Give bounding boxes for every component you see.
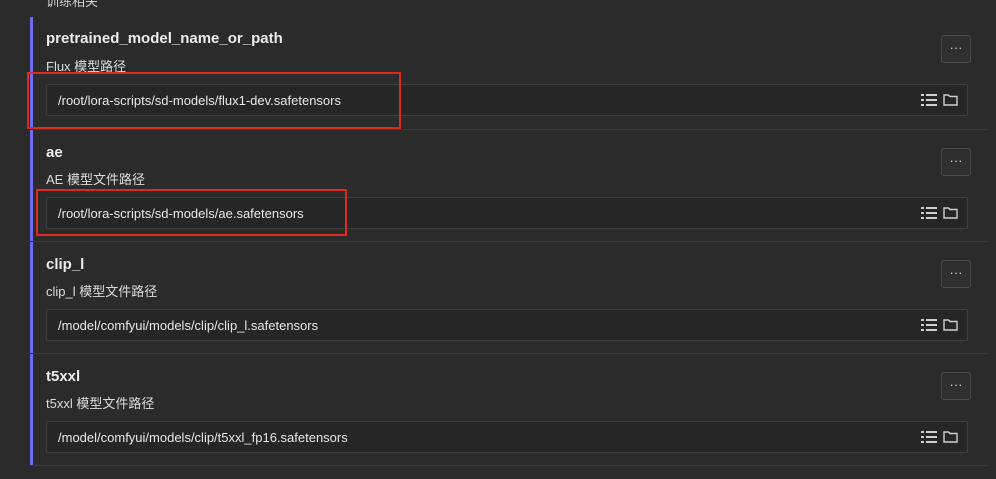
path-input[interactable]: /root/lora-scripts/sd-models/flux1-dev.s… xyxy=(46,84,968,116)
setting-t5xxl-path: t5xxl t5xxl 模型文件路径 ··· /model/comfyui/mo… xyxy=(30,354,988,466)
path-value[interactable]: /root/lora-scripts/sd-models/ae.safetens… xyxy=(58,206,304,221)
setting-description: AE 模型文件路径 xyxy=(46,172,145,187)
list-icon[interactable] xyxy=(921,318,937,332)
setting-description: clip_l 模型文件路径 xyxy=(46,284,158,299)
setting-title: clip_l xyxy=(46,256,85,273)
more-options-button[interactable]: ··· xyxy=(941,260,971,288)
list-icon[interactable] xyxy=(921,430,937,444)
more-options-button[interactable]: ··· xyxy=(941,372,971,400)
path-value[interactable]: /model/comfyui/models/clip/t5xxl_fp16.sa… xyxy=(58,430,348,445)
list-icon[interactable] xyxy=(921,206,937,220)
setting-description: t5xxl 模型文件路径 xyxy=(46,396,155,411)
folder-icon[interactable] xyxy=(943,93,958,107)
more-options-button[interactable]: ··· xyxy=(941,35,971,63)
path-value[interactable]: /root/lora-scripts/sd-models/flux1-dev.s… xyxy=(58,93,341,108)
path-value[interactable]: /model/comfyui/models/clip/clip_l.safete… xyxy=(58,318,318,333)
path-input[interactable]: /model/comfyui/models/clip/t5xxl_fp16.sa… xyxy=(46,421,968,453)
folder-icon[interactable] xyxy=(943,318,958,332)
path-input[interactable]: /root/lora-scripts/sd-models/ae.safetens… xyxy=(46,197,968,229)
setting-pretrained-model-path: pretrained_model_name_or_path Flux 模型路径 … xyxy=(30,17,988,130)
divider xyxy=(33,465,988,466)
folder-icon[interactable] xyxy=(943,206,958,220)
section-header: 训练相关 xyxy=(0,0,996,16)
setting-title: ae xyxy=(46,144,63,161)
setting-title: t5xxl xyxy=(46,368,81,385)
folder-icon[interactable] xyxy=(943,430,958,444)
setting-title: pretrained_model_name_or_path xyxy=(46,30,283,47)
list-icon[interactable] xyxy=(921,93,937,107)
section-title: 训练相关 xyxy=(46,0,99,9)
more-options-button[interactable]: ··· xyxy=(941,148,971,176)
path-input[interactable]: /model/comfyui/models/clip/clip_l.safete… xyxy=(46,309,968,341)
setting-clip-l-path: clip_l clip_l 模型文件路径 ··· /model/comfyui/… xyxy=(30,242,988,354)
setting-description: Flux 模型路径 xyxy=(46,59,127,74)
setting-ae-path: ae AE 模型文件路径 ··· /root/lora-scripts/sd-m… xyxy=(30,130,988,242)
